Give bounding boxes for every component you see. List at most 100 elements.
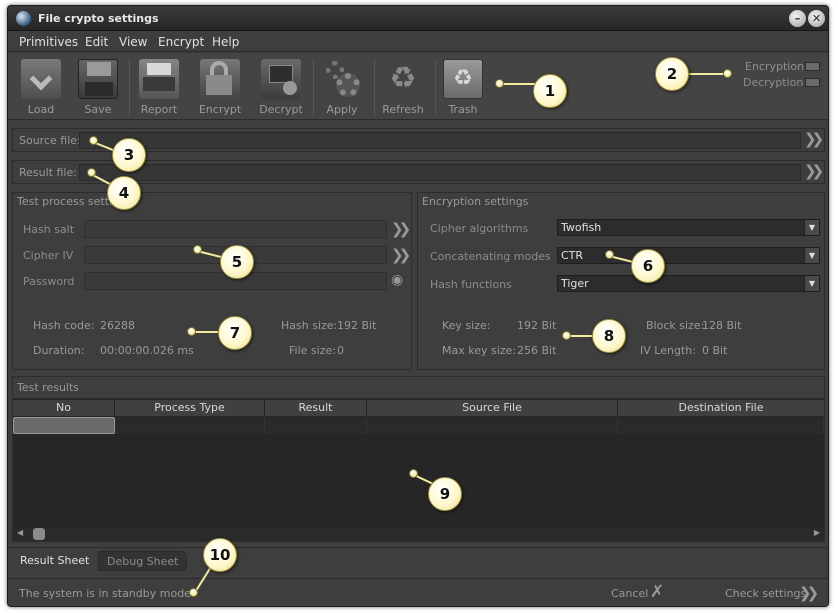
duration-value: 00:00:00.026 ms [100, 344, 194, 357]
load-icon [21, 59, 61, 99]
callout-dot [187, 327, 196, 336]
refresh-button[interactable]: ♻ Refresh [374, 59, 432, 117]
scroll-thumb[interactable] [33, 528, 45, 540]
menu-help[interactable]: Help [212, 35, 239, 49]
iv-length-label: IV Length: [640, 344, 696, 357]
hash-functions-label: Hash functions [430, 278, 512, 291]
cancel-icon[interactable]: ✗ [650, 582, 664, 602]
title-bar: File crypto settings – ✕ [8, 6, 828, 31]
callout-9: 9 [428, 477, 462, 511]
callout-3: 3 [112, 138, 146, 172]
window-title: File crypto settings [38, 12, 159, 25]
source-file-label: Source file: [19, 134, 81, 147]
block-size-label: Block size: [646, 319, 705, 332]
status-message: The system is in standby mode. [19, 587, 195, 600]
callout-4: 4 [107, 176, 141, 210]
column-header-process-type[interactable]: Process Type [115, 400, 265, 416]
source-file-browse-icon[interactable]: ❯❯ [804, 130, 824, 148]
column-header-source-file[interactable]: Source File [367, 400, 618, 416]
floppy-icon [78, 59, 118, 99]
show-password-eye-icon[interactable]: ◉ [391, 272, 403, 288]
key-size-value: 192 Bit [517, 319, 557, 332]
callout-dot [189, 588, 198, 597]
duration-label: Duration: [33, 344, 85, 357]
check-settings-icon[interactable]: ❯❯ [799, 584, 819, 602]
encrypt-button[interactable]: Encrypt [191, 59, 249, 116]
max-key-size-value: 256 Bit [517, 344, 557, 357]
concatenating-mode-select[interactable]: CTR ▼ [557, 247, 820, 264]
block-size-value: 128 Bit [702, 319, 742, 332]
trash-button[interactable]: ♻ Trash [434, 59, 492, 116]
app-logo-icon [16, 11, 31, 26]
menu-view[interactable]: View [119, 35, 147, 49]
decryption-indicator-label: Decryption [743, 76, 804, 89]
table-cell[interactable] [265, 417, 367, 434]
callout-5: 5 [220, 245, 254, 279]
password-label: Password [23, 275, 75, 288]
cipher-iv-generate-icon[interactable]: ❯❯ [391, 246, 411, 264]
minimize-button[interactable]: – [789, 10, 806, 27]
callout-7: 7 [218, 316, 252, 350]
callout-dot [605, 250, 614, 259]
menu-bar: Primitives Edit View Encrypt Help [8, 32, 828, 52]
cipher-algorithm-select[interactable]: Twofish ▼ [557, 219, 820, 236]
tab-debug-sheet[interactable]: Debug Sheet [98, 551, 188, 571]
load-button[interactable]: Load [12, 59, 70, 116]
apply-button[interactable]: Apply [313, 59, 371, 116]
table-cell[interactable] [115, 417, 265, 434]
hash-size-value: 192 Bit [337, 319, 377, 332]
chevron-down-icon: ▼ [804, 220, 819, 235]
menu-primitives[interactable]: Primitives [19, 35, 78, 49]
menu-edit[interactable]: Edit [85, 35, 108, 49]
tab-result-sheet[interactable]: Result Sheet [12, 551, 98, 571]
check-settings-label[interactable]: Check settings [725, 587, 806, 600]
chevron-down-icon: ▼ [804, 276, 819, 291]
save-button[interactable]: Save [69, 59, 127, 116]
table-cell[interactable] [367, 417, 618, 434]
table-row-selected-cell[interactable] [13, 417, 115, 434]
close-button[interactable]: ✕ [808, 10, 825, 27]
callout-6: 6 [631, 249, 665, 283]
status-bar: The system is in standby mode. Cancel ✗ … [8, 578, 828, 606]
file-size-value: 0 [337, 344, 344, 357]
test-results-title: Test results [13, 377, 824, 399]
sheet-tabs: Result Sheet Debug Sheet [8, 547, 828, 572]
callout-leader [499, 83, 537, 85]
test-process-group: Test process settings Hash salt ❯❯ Ciphe… [12, 192, 412, 370]
cancel-label[interactable]: Cancel [611, 587, 648, 600]
hash-code-value: 26288 [100, 319, 135, 332]
source-file-input[interactable] [79, 132, 801, 149]
lock-gear-icon [200, 59, 240, 99]
callout-8: 8 [592, 319, 626, 353]
horizontal-scrollbar[interactable]: ◀ ▶ [13, 527, 824, 541]
hash-salt-label: Hash salt [23, 223, 75, 236]
table-cell[interactable] [618, 417, 824, 434]
key-size-label: Key size: [442, 319, 491, 332]
decrypt-button[interactable]: Decrypt [252, 59, 310, 116]
unlock-gear-icon [261, 59, 301, 99]
concatenating-modes-label: Concatenating modes [430, 250, 551, 263]
column-header-no[interactable]: No [13, 400, 115, 416]
test-results-panel: Test results No Process Type Result Sour… [12, 376, 825, 542]
result-file-browse-icon[interactable]: ❯❯ [804, 162, 824, 180]
cipher-iv-label: Cipher IV [23, 249, 74, 262]
hash-size-label: Hash size: [281, 319, 338, 332]
result-file-input[interactable] [79, 164, 801, 181]
iv-length-value: 0 Bit [702, 344, 728, 357]
callout-dot [562, 331, 571, 340]
report-button[interactable]: Report [130, 59, 188, 116]
trash-icon: ♻ [443, 59, 483, 99]
column-header-destination-file[interactable]: Destination File [618, 400, 824, 416]
menu-encrypt[interactable]: Encrypt [158, 35, 204, 49]
encryption-settings-title: Encryption settings [422, 195, 532, 208]
callout-2: 2 [655, 57, 689, 91]
file-size-label: File size: [289, 344, 336, 357]
scroll-right-icon[interactable]: ▶ [814, 528, 820, 537]
scroll-left-icon[interactable]: ◀ [17, 528, 23, 537]
hash-salt-generate-icon[interactable]: ❯❯ [391, 220, 411, 238]
chevron-down-icon: ▼ [804, 248, 819, 263]
hash-code-label: Hash code: [33, 319, 95, 332]
column-header-result[interactable]: Result [265, 400, 367, 416]
hash-salt-input[interactable] [84, 220, 387, 238]
hash-function-select[interactable]: Tiger ▼ [557, 275, 820, 292]
